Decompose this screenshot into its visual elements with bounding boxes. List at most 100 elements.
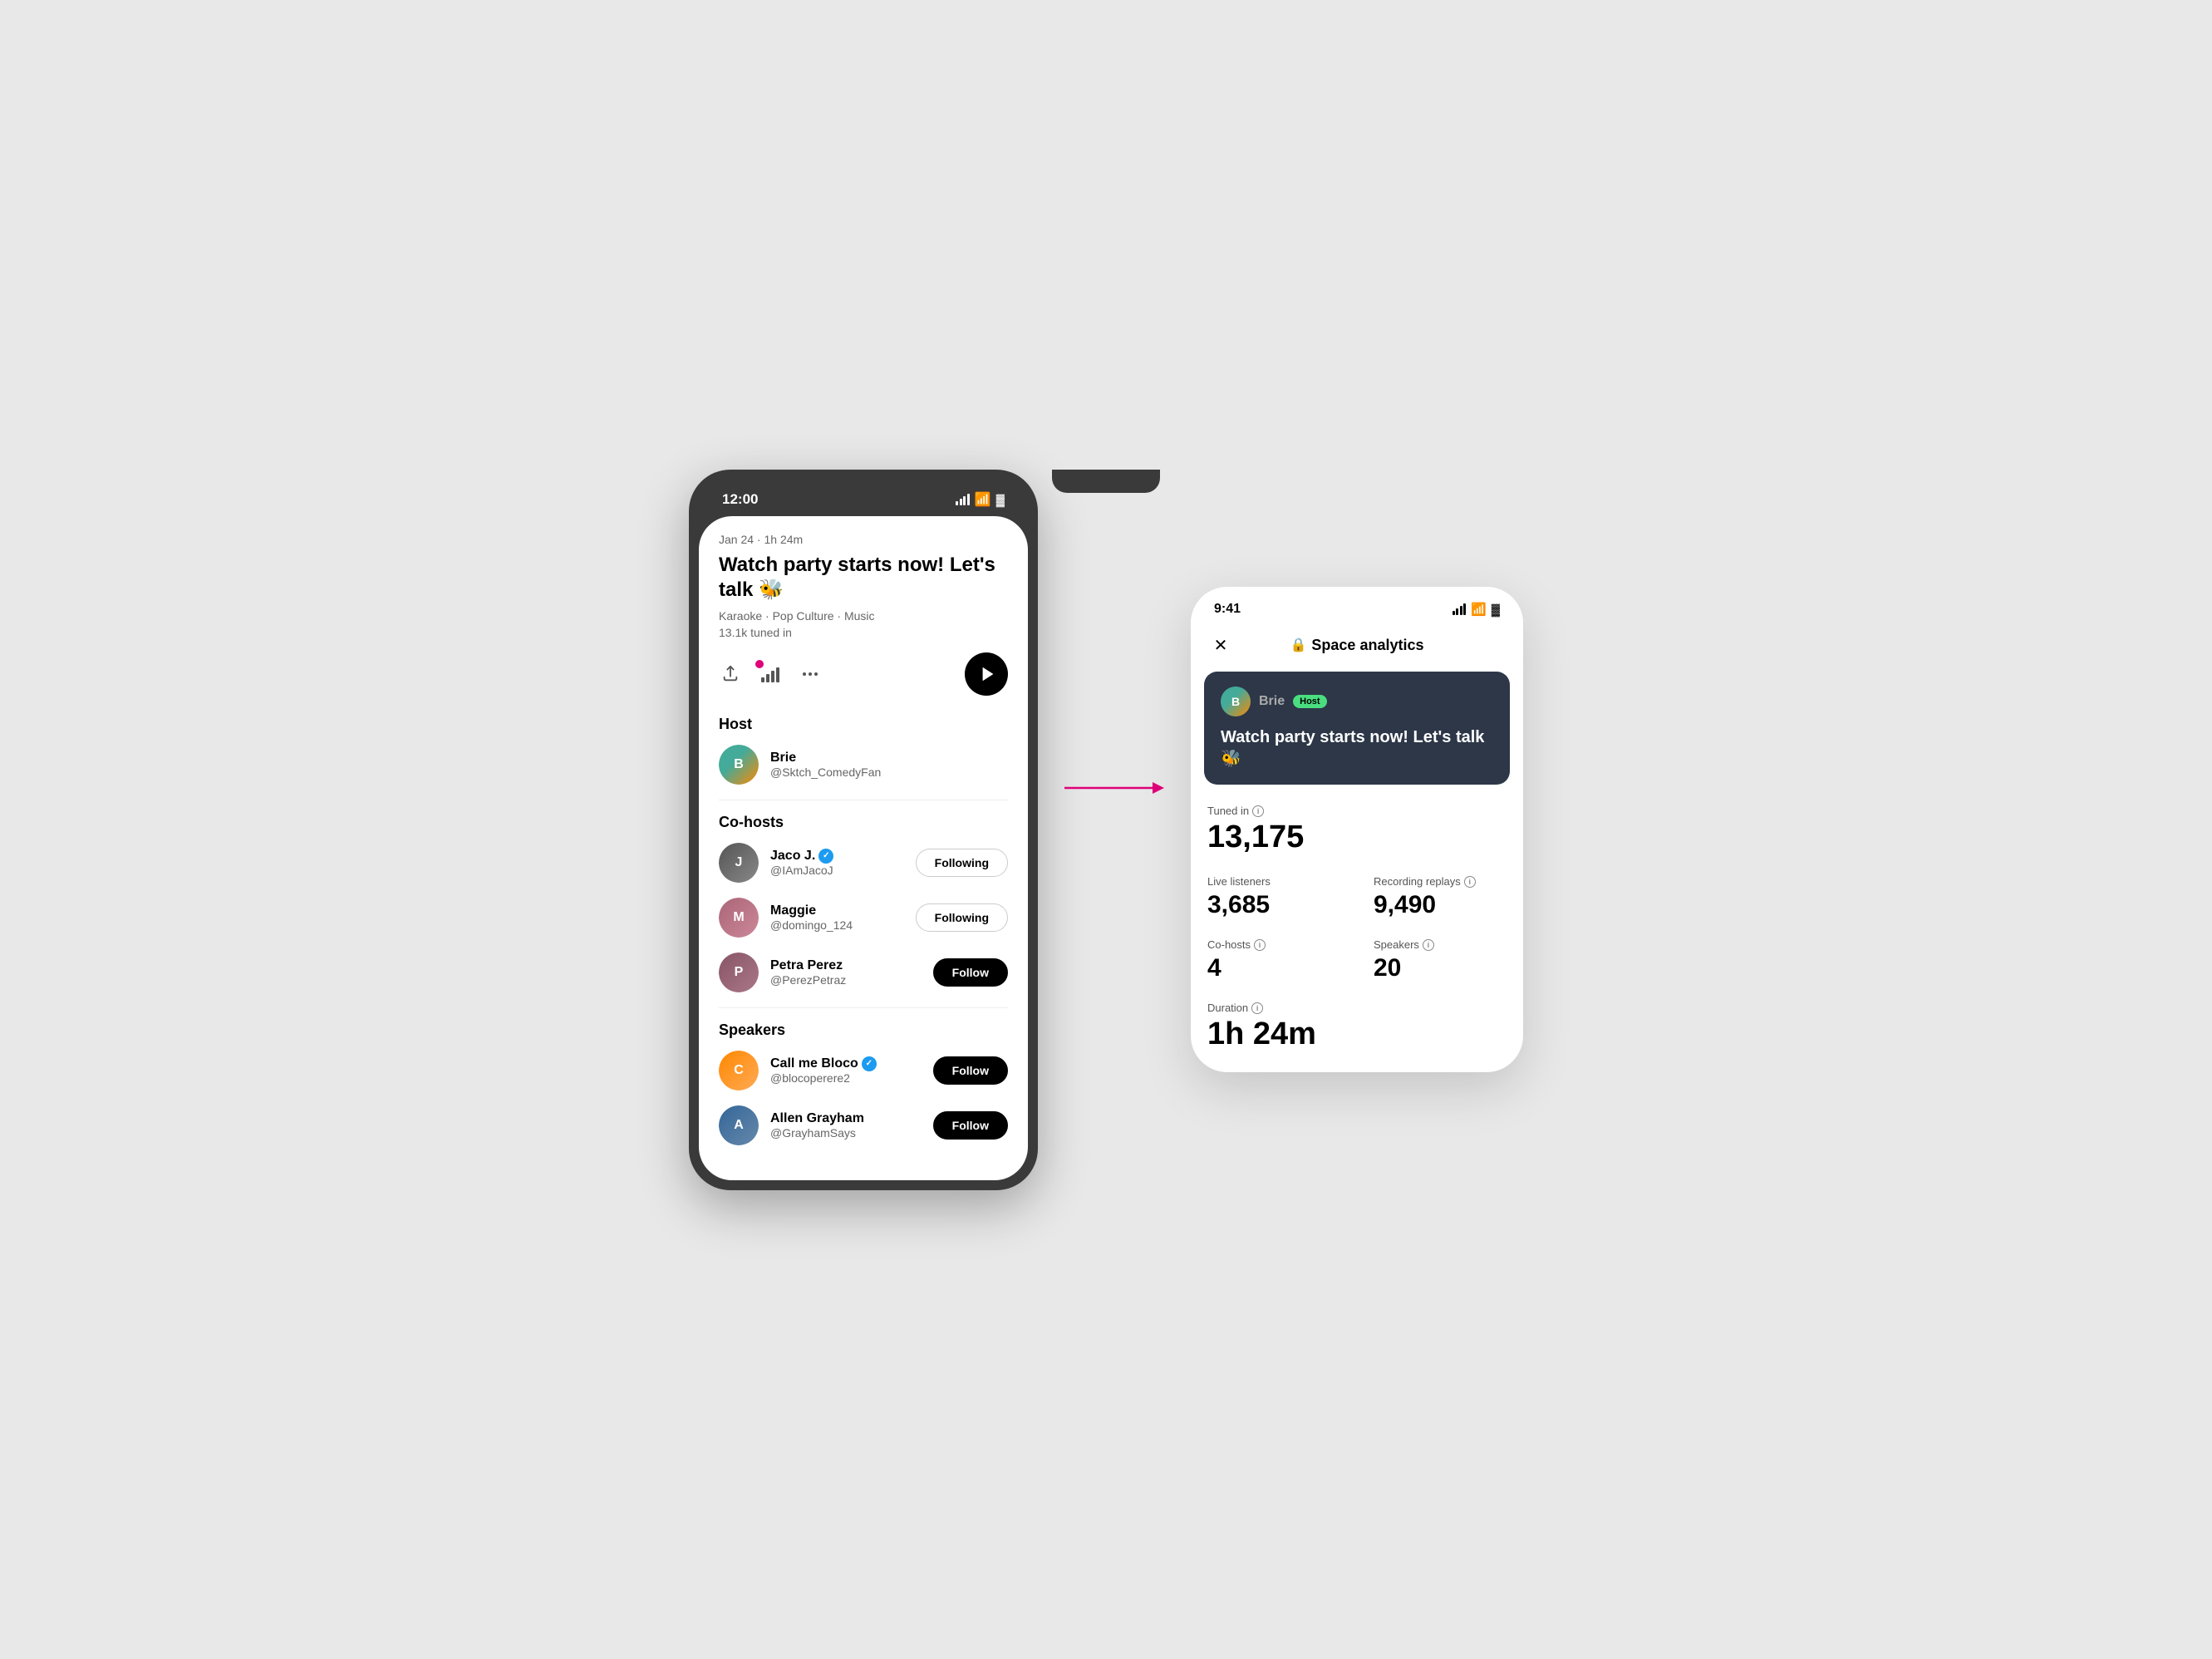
verified-icon-jaco: ✓ — [818, 849, 833, 864]
recording-replays-label: Recording replays i — [1374, 875, 1507, 888]
speaker-handle-allen: @GrayhamSays — [770, 1126, 922, 1140]
speaker-info-bloco: Call me Bloco ✓ @blocoperere2 — [770, 1056, 922, 1085]
phone1-status-bar: 12:00 📶 ▓ — [699, 480, 1028, 516]
cohost-avatar-maggie: M — [719, 898, 759, 938]
wifi-icon: 📶 — [975, 491, 991, 508]
phone2-status-bar: 9:41 📶 ▓ — [1191, 587, 1523, 625]
more-icon[interactable] — [799, 662, 822, 686]
speaker-row-allen: A Allen Grayham @GrayhamSays Follow — [719, 1105, 1008, 1145]
tuned-in-info-icon[interactable]: i — [1252, 805, 1264, 817]
post-tags: Karaoke · Pop Culture · Music — [719, 609, 1008, 623]
speakers-label: Speakers i — [1374, 938, 1507, 951]
phone2-time: 9:41 — [1214, 602, 1241, 617]
phone1: 12:00 📶 ▓ Jan 24 · 1h 24m Watch party st… — [689, 470, 1038, 1190]
speaker-avatar-allen: A — [719, 1105, 759, 1145]
host-section-title: Host — [719, 716, 1008, 733]
follow-button-petra[interactable]: Follow — [933, 958, 1008, 987]
bars-chart-icon — [761, 666, 779, 682]
host-row: B Brie @Sktch_ComedyFan — [719, 745, 1008, 785]
follow-button-jaco[interactable]: Following — [916, 849, 1008, 877]
host-name: Brie — [770, 751, 1008, 766]
analytics-title: 🔒 Space analytics — [1290, 637, 1423, 654]
space-host-avatar: B — [1221, 687, 1251, 716]
speakers-info-icon[interactable]: i — [1423, 939, 1434, 951]
divider2 — [719, 1007, 1008, 1008]
cohost-name-maggie: Maggie — [770, 903, 904, 918]
host-handle: @Sktch_ComedyFan — [770, 766, 1008, 779]
live-listeners-stat: Live listeners 3,685 — [1207, 875, 1340, 918]
tuned-in-label: Tuned in i — [1207, 805, 1507, 817]
speaker-name-bloco: Call me Bloco ✓ — [770, 1056, 922, 1071]
verified-icon-bloco: ✓ — [862, 1056, 877, 1071]
follow-button-maggie[interactable]: Following — [916, 903, 1008, 932]
phone2-signal-icon — [1453, 603, 1467, 615]
speaker-info-allen: Allen Grayham @GrayhamSays — [770, 1111, 922, 1140]
speaker-avatar-bloco: C — [719, 1051, 759, 1090]
duration-info-icon[interactable]: i — [1251, 1002, 1263, 1014]
phone1-inner: Jan 24 · 1h 24m Watch party starts now! … — [699, 516, 1028, 1180]
cohost-handle-petra: @PerezPetraz — [770, 973, 922, 987]
stats-icon[interactable] — [759, 662, 782, 686]
tuned-in-stat: Tuned in i 13,175 — [1207, 805, 1507, 855]
cohost-name-jaco: Jaco J. ✓ — [770, 849, 904, 864]
three-dots-icon — [803, 672, 818, 676]
cohost-avatar-jaco: J — [719, 843, 759, 883]
post-actions — [719, 652, 1008, 696]
post-meta: Jan 24 · 1h 24m — [719, 533, 1008, 546]
arrow-section — [1064, 771, 1164, 805]
play-button[interactable] — [965, 652, 1008, 696]
host-avatar: B — [719, 745, 759, 785]
tuned-in-value: 13,175 — [1207, 820, 1507, 855]
live-listeners-value: 3,685 — [1207, 891, 1340, 918]
scene: 12:00 📶 ▓ Jan 24 · 1h 24m Watch party st… — [689, 470, 1523, 1190]
follow-button-allen[interactable]: Follow — [933, 1111, 1008, 1140]
cohost-handle-maggie: @domingo_124 — [770, 918, 904, 932]
post-title: Watch party starts now! Let's talk 🐝 — [719, 553, 1008, 603]
cohosts-section-title: Co-hosts — [719, 814, 1008, 831]
recording-replays-value: 9,490 — [1374, 891, 1507, 918]
post-tuned: 13.1k tuned in — [719, 626, 1008, 639]
phone1-time: 12:00 — [722, 491, 758, 508]
speakers-section-title: Speakers — [719, 1021, 1008, 1039]
battery-icon: ▓ — [996, 493, 1005, 506]
phone2: 9:41 📶 ▓ ✕ 🔒 Space analytics — [1191, 587, 1523, 1072]
follow-button-bloco[interactable]: Follow — [933, 1056, 1008, 1085]
phone1-content: Jan 24 · 1h 24m Watch party starts now! … — [699, 516, 1028, 1180]
recording-replays-info-icon[interactable]: i — [1464, 876, 1476, 888]
notch — [1052, 470, 1160, 493]
connecting-arrow — [1064, 771, 1164, 805]
phone1-status-icons: 📶 ▓ — [956, 491, 1005, 508]
cohost-avatar-petra: P — [719, 953, 759, 992]
duration-stat: Duration i 1h 24m — [1207, 1002, 1507, 1052]
space-host-name: Brie — [1259, 694, 1285, 709]
stat-row-listeners: Live listeners 3,685 Recording replays i… — [1207, 875, 1507, 918]
cohost-row-maggie: M Maggie @domingo_124 Following — [719, 898, 1008, 938]
phone2-status-icons: 📶 ▓ — [1453, 602, 1500, 617]
stat-row-cohosts: Co-hosts i 4 Speakers i 20 — [1207, 938, 1507, 982]
cohost-row-jaco: J Jaco J. ✓ @IAmJacoJ Following — [719, 843, 1008, 883]
space-card-header: B Brie Host — [1221, 687, 1493, 716]
live-listeners-label: Live listeners — [1207, 875, 1340, 888]
cohost-info-maggie: Maggie @domingo_124 — [770, 903, 904, 932]
cohosts-value: 4 — [1207, 954, 1340, 982]
speaker-handle-bloco: @blocoperere2 — [770, 1071, 922, 1085]
analytics-header: ✕ 🔒 Space analytics — [1191, 625, 1523, 672]
cohosts-stat: Co-hosts i 4 — [1207, 938, 1340, 982]
pink-dot — [755, 660, 764, 668]
lock-icon: 🔒 — [1290, 637, 1306, 653]
share-icon[interactable] — [719, 662, 742, 686]
duration-value: 1h 24m — [1207, 1017, 1507, 1052]
close-button[interactable]: ✕ — [1207, 632, 1234, 658]
speaker-name-allen: Allen Grayham — [770, 1111, 922, 1126]
speakers-stat: Speakers i 20 — [1374, 938, 1507, 982]
speakers-value: 20 — [1374, 954, 1507, 982]
cohost-name-petra: Petra Perez — [770, 958, 922, 973]
cohost-info-jaco: Jaco J. ✓ @IAmJacoJ — [770, 849, 904, 877]
space-card-title: Watch party starts now! Let's talk 🐝 — [1221, 726, 1493, 770]
cohost-row-petra: P Petra Perez @PerezPetraz Follow — [719, 953, 1008, 992]
duration-label: Duration i — [1207, 1002, 1507, 1014]
cohosts-info-icon[interactable]: i — [1254, 939, 1266, 951]
phone2-battery-icon: ▓ — [1492, 603, 1500, 616]
analytics-body: Tuned in i 13,175 Live listeners 3,685 R… — [1191, 801, 1523, 1072]
host-info: Brie @Sktch_ComedyFan — [770, 751, 1008, 779]
